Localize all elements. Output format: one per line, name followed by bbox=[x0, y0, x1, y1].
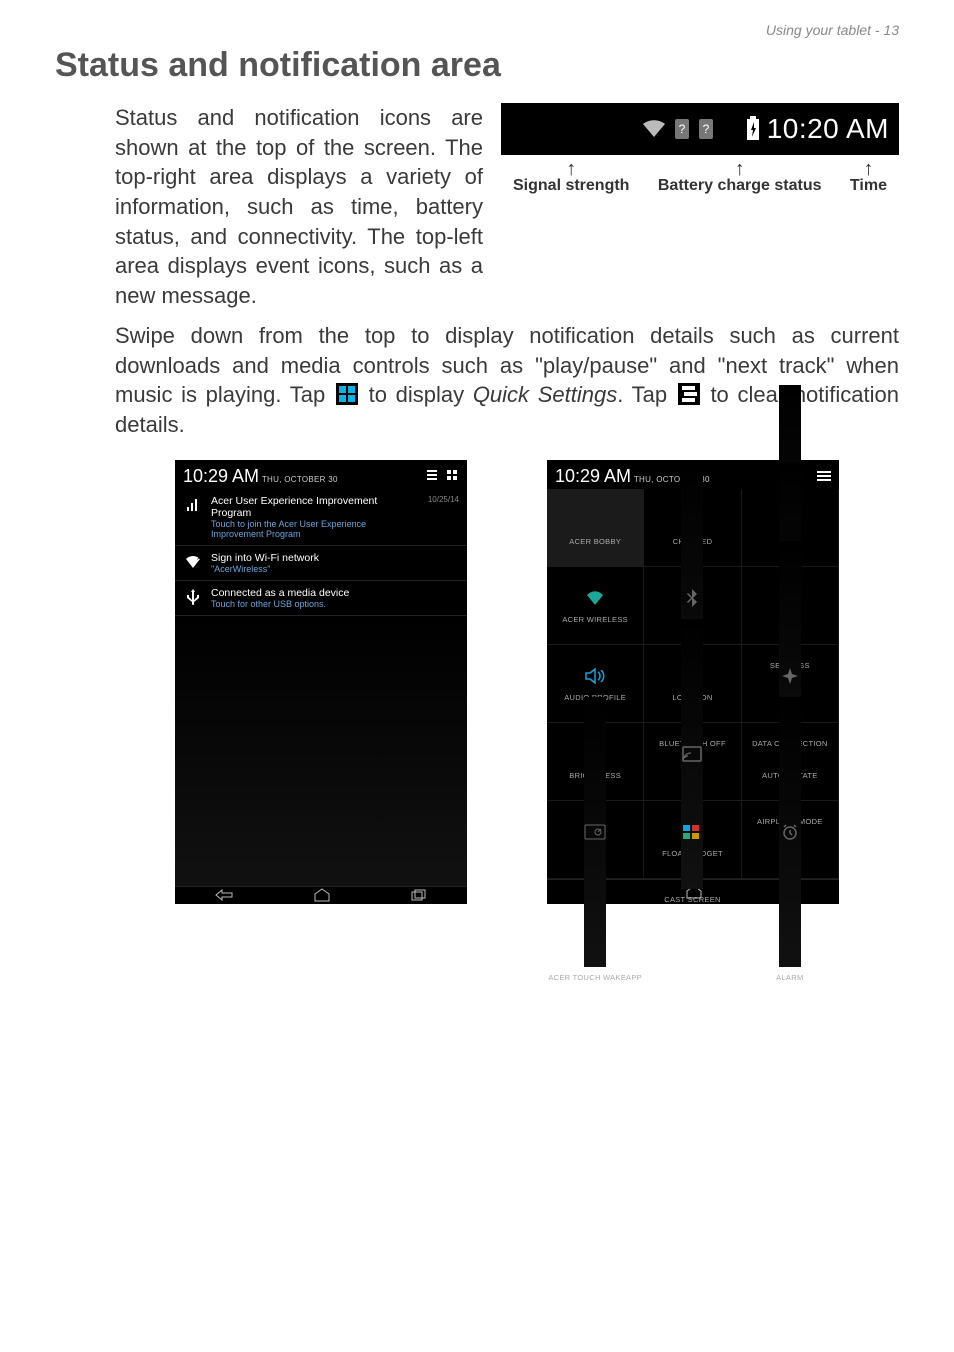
qs-tile-acer-touch-wakeapp[interactable]: ACER TOUCH WAKEAPP bbox=[547, 801, 644, 879]
notification-row[interactable]: ? Sign into Wi-Fi network "AcerWireless" bbox=[175, 546, 467, 581]
dimmed-homescreen bbox=[175, 616, 467, 886]
qs-tile-acer-bobby[interactable]: ACER BOBBY bbox=[547, 489, 644, 567]
svg-text:?: ? bbox=[678, 122, 685, 136]
label-time: ↑ Time bbox=[850, 161, 887, 195]
page-header: Using your tablet - 13 bbox=[55, 22, 899, 38]
statusbar-figure: ? ? 10:20 AM ↑ Signal strength ↑ Battery… bbox=[501, 103, 899, 311]
screenshot-quick-settings: 10:29 AM THU, OCTOBER 30 ACER BOBBYCHARG… bbox=[547, 460, 839, 904]
wifi-q-icon: ? bbox=[183, 552, 203, 572]
home-icon[interactable] bbox=[313, 888, 331, 902]
sim-icon-2: ? bbox=[697, 117, 715, 141]
qs-tile-label: ACER WIRELESS bbox=[562, 615, 628, 624]
clear-notifications-icon bbox=[678, 383, 700, 405]
sim-icon: ? bbox=[673, 117, 691, 141]
cast-icon bbox=[681, 619, 703, 889]
shot2-time: 10:29 AM bbox=[555, 466, 631, 486]
wifi-icon bbox=[641, 119, 667, 139]
arrow-up-icon: ↑ bbox=[513, 161, 629, 177]
arrow-up-icon: ↑ bbox=[850, 161, 887, 177]
notification-title: Sign into Wi-Fi network bbox=[211, 552, 451, 564]
notification-title: Acer User Experience Improvement Program bbox=[211, 495, 420, 519]
arrow-up-icon: ↑ bbox=[658, 161, 822, 177]
recents-icon[interactable] bbox=[411, 889, 427, 901]
notification-row[interactable]: Connected as a media device Touch for ot… bbox=[175, 581, 467, 616]
statusbar-time: 10:20 AM bbox=[767, 113, 889, 145]
qs-tile-cast-screen[interactable]: CAST SCREEN bbox=[644, 723, 741, 801]
wifi-icon bbox=[584, 587, 606, 609]
notification-subtitle: "AcerWireless" bbox=[211, 564, 451, 574]
svg-text:?: ? bbox=[197, 558, 201, 565]
notification-subtitle: Touch to join the Acer User Experience I… bbox=[211, 519, 420, 539]
section-title: Status and notification area bbox=[55, 46, 899, 85]
battery-bolt-icon bbox=[745, 116, 761, 142]
speaker-icon bbox=[584, 665, 606, 687]
label-battery: ↑ Battery charge status bbox=[658, 161, 822, 195]
label-signal: ↑ Signal strength bbox=[513, 161, 629, 195]
svg-text:?: ? bbox=[702, 122, 709, 136]
notification-subtitle: Touch for other USB options. bbox=[211, 599, 451, 609]
usb-icon bbox=[183, 587, 203, 607]
back-icon[interactable] bbox=[215, 889, 233, 901]
avatar-icon bbox=[584, 509, 606, 531]
statusbar-render: ? ? 10:20 AM bbox=[501, 103, 899, 155]
qs-tile-alarm[interactable]: ALARM bbox=[742, 801, 839, 879]
intro-paragraph: Status and notification icons are shown … bbox=[55, 103, 483, 311]
notification-title: Connected as a media device bbox=[211, 587, 451, 599]
qs-tile-acer-wireless[interactable]: ACER WIRELESS bbox=[547, 567, 644, 645]
qs-tile-label: ALARM bbox=[776, 973, 803, 982]
quick-settings-icon[interactable] bbox=[447, 470, 459, 482]
alarm-icon bbox=[779, 697, 801, 967]
nav-bar bbox=[175, 886, 467, 904]
shot1-date: THU, OCTOBER 30 bbox=[262, 475, 338, 484]
quick-settings-icon bbox=[336, 383, 358, 405]
notifications-list-icon[interactable] bbox=[817, 470, 831, 482]
shot1-time: 10:29 AM bbox=[183, 466, 259, 486]
swipe-paragraph: Swipe down from the top to display notif… bbox=[55, 321, 899, 440]
screenshot-notifications: 10:29 AM THU, OCTOBER 30 Acer User Exper… bbox=[175, 460, 467, 904]
touch-icon bbox=[584, 697, 606, 967]
notification-date: 10/25/14 bbox=[428, 495, 459, 504]
notification-row[interactable]: Acer User Experience Improvement Program… bbox=[175, 489, 467, 546]
qs-tile-label: ACER BOBBY bbox=[569, 537, 621, 546]
qs-tile-label: ACER TOUCH WAKEAPP bbox=[548, 973, 642, 982]
bar-icon bbox=[183, 495, 203, 515]
clear-all-icon[interactable] bbox=[427, 470, 439, 482]
